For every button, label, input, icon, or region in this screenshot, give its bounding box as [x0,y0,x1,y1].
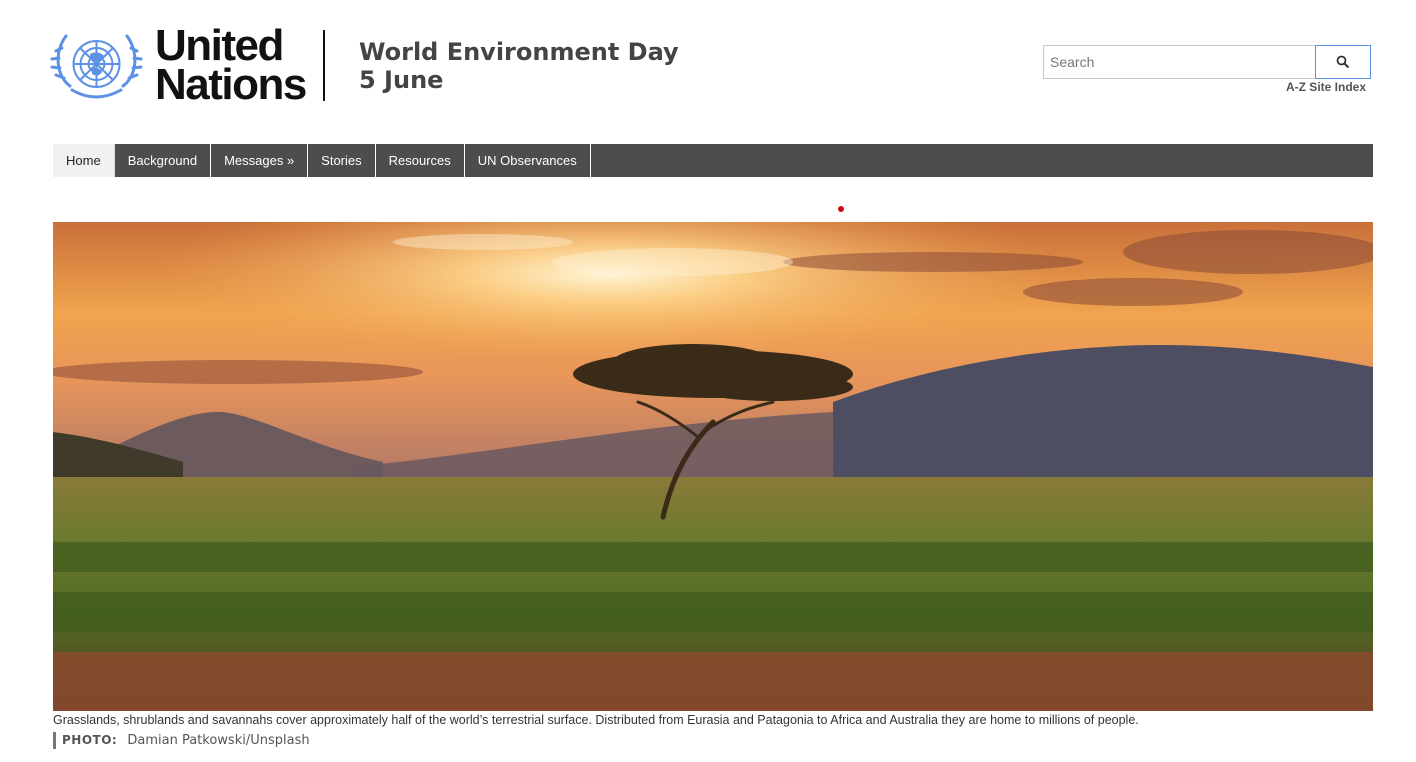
site-title-line1: World Environment Day [359,38,679,66]
nav-item-resources[interactable]: Resources [376,144,465,177]
site-title[interactable]: World Environment Day 5 June [359,38,679,94]
site-title-line2: 5 June [359,66,444,94]
un-logo-wordmark[interactable]: United Nations [155,24,307,109]
nav-item-home[interactable]: Home [53,144,115,177]
header-divider [323,30,325,101]
savannah-sunset-photo [53,222,1373,711]
photo-credit-name: Damian Patkowski/Unsplash [127,733,310,748]
az-site-index-link[interactable]: A-Z Site Index [1250,80,1366,94]
slider-indicator-dot[interactable] [838,206,844,212]
nav-item-stories[interactable]: Stories [308,144,376,177]
nav-item-un-observances[interactable]: UN Observances [465,144,591,177]
search-input[interactable] [1043,45,1316,79]
logo-line-nations: Nations [155,60,307,109]
nav-item-messages[interactable]: Messages » [211,144,309,177]
nav-item-background[interactable]: Background [115,144,212,177]
photo-credit-label: PHOTO: [62,733,118,747]
main-navigation: Home Background Messages » Stories Resou… [53,144,1373,177]
hero-caption: Grasslands, shrublands and savannahs cov… [53,713,1139,727]
un-emblem-icon[interactable] [50,26,143,104]
hero-image [53,222,1373,711]
search-button[interactable] [1315,45,1371,79]
site-header: United Nations World Environment Day 5 J… [0,0,1416,130]
photo-credit: PHOTO: Damian Patkowski/Unsplash [53,732,310,749]
search-icon [1336,55,1350,69]
